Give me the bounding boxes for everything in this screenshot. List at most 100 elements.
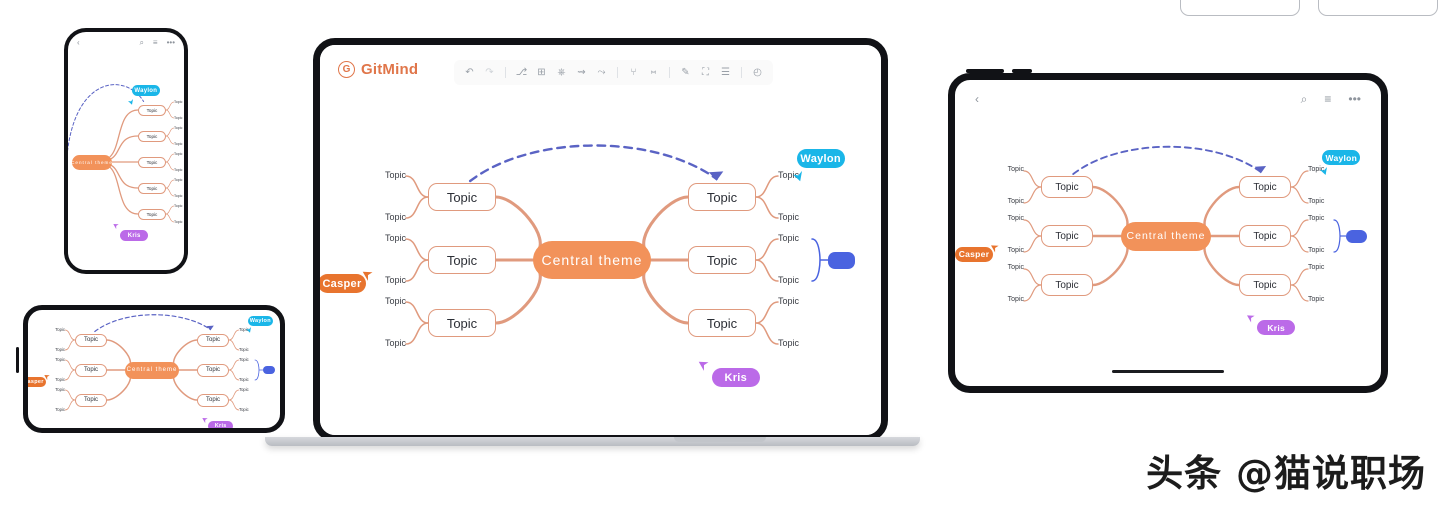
leaf-topic[interactable]: Topic [174,100,184,104]
phone-landscape-shell: Central theme Topic Topic Topic Topic Topic To… [23,305,285,433]
topic-node[interactable]: Topic [75,363,107,377]
leaf-topic[interactable]: Topic [998,247,1024,254]
topic-node[interactable]: Topic [1041,274,1093,296]
topic-node[interactable]: Topic [138,104,166,116]
topic-node[interactable]: Topic [197,333,229,347]
topic-node[interactable]: Topic [428,309,496,337]
leaf-topic[interactable]: Topic [239,407,255,412]
collaborator-cursor-casper [43,375,50,381]
leaf-topic[interactable]: Topic [372,170,406,180]
topic-node[interactable]: Topic [688,246,756,274]
collaborator-cursor-kris [698,361,709,371]
leaf-topic[interactable]: Topic [174,220,184,224]
watermark: 头条 @猫说职场 [1146,452,1426,495]
leaf-topic[interactable]: Topic [372,338,406,348]
collaborator-cursor-kris [202,417,208,423]
topic-node[interactable]: Topic [138,130,166,142]
laptop-screen: G GitMind ↶ ↷ ⎇ ⊞ ⎈ ⇝ ⤳ ⑂ ⑅ ✎ ⛶ ☰ ◴ Central theme Top… [320,45,881,435]
leaf-topic[interactable]: Topic [174,168,184,172]
leaf-topic[interactable]: Topic [174,126,184,130]
leaf-topic[interactable]: Topic [778,338,812,348]
leaf-topic[interactable]: Topic [778,296,812,306]
leaf-topic[interactable]: Topic [174,116,184,120]
collaborator-cursor-kris [1247,315,1255,323]
topic-node[interactable]: Topic [1041,225,1093,247]
leaf-topic[interactable]: Topic [372,296,406,306]
leaf-topic[interactable]: Topic [174,194,184,198]
leaf-topic[interactable]: Topic [998,264,1024,271]
topic-node[interactable]: Topic [138,182,166,194]
topic-node[interactable]: Topic [688,183,756,211]
central-theme-node[interactable]: Central theme [533,241,651,279]
leaf-topic[interactable]: Topic [998,198,1024,205]
topic-node[interactable]: Topic [197,363,229,377]
collaborator-tag-kris: Kris [1257,320,1296,335]
laptop-base-notch [674,437,766,442]
phone-landscape-mindmap-canvas[interactable]: Central theme Topic Topic Topic Topic Topic To… [28,310,280,428]
leaf-topic[interactable]: Topic [372,275,406,285]
leaf-topic[interactable]: Topic [1308,198,1334,205]
tablet-shell: ‹ ⌕ ≡ ••• Central theme Topic Topic Topic To… [948,73,1388,393]
summary-node-selected[interactable] [1346,229,1367,243]
collaborator-cursor-kris [113,223,120,229]
central-theme-node[interactable]: Central theme [1121,221,1211,251]
laptop-base [265,437,920,446]
tablet-home-indicator [1112,370,1224,373]
summary-node-selected[interactable] [263,366,275,374]
central-theme-node[interactable]: Central theme [125,361,179,379]
leaf-topic[interactable]: Topic [998,215,1024,222]
leaf-topic[interactable]: Topic [174,142,184,146]
topic-node[interactable]: Topic [1239,274,1291,296]
leaf-topic[interactable]: Topic [1308,215,1334,222]
topic-node[interactable]: Topic [428,183,496,211]
leaf-topic[interactable]: Topic [1308,264,1334,271]
leaf-topic[interactable]: Topic [49,357,65,362]
phone-mindmap-canvas[interactable]: Central theme Topic Topic Topic Topic Topic To… [68,32,184,270]
leaf-topic[interactable]: Topic [998,296,1024,303]
topic-node[interactable]: Topic [138,156,166,168]
leaf-topic[interactable]: Topic [778,275,812,285]
topic-node[interactable]: Topic [75,333,107,347]
cut-card-left [1180,0,1300,16]
collaborator-tag-casper: Casper [955,246,993,262]
collaborator-cursor-casper [990,245,999,253]
leaf-topic[interactable]: Topic [998,166,1024,173]
central-theme-node[interactable]: Central theme [71,154,112,170]
topic-node[interactable]: Topic [138,208,166,220]
leaf-topic[interactable]: Topic [239,377,255,382]
leaf-topic[interactable]: Topic [372,212,406,222]
leaf-topic[interactable]: Topic [174,152,184,156]
topic-node[interactable]: Topic [1239,225,1291,247]
leaf-topic[interactable]: Topic [1308,247,1334,254]
topic-node[interactable]: Topic [1239,176,1291,198]
leaf-topic[interactable]: Topic [49,387,65,392]
mindmap-canvas[interactable]: Central theme Topic Topic Topic Topic Topic To… [320,45,881,435]
leaf-topic[interactable]: Topic [49,407,65,412]
collaborator-tag-waylon: Waylon [247,316,273,326]
tablet-mindmap-canvas[interactable]: Central theme Topic Topic Topic Topic Topic To… [955,80,1381,386]
leaf-topic[interactable]: Topic [239,387,255,392]
collaborator-cursor-waylon [1319,166,1327,175]
leaf-topic[interactable]: Topic [174,178,184,182]
phone-device: ‹ ⌕ ≡ ••• Central theme Topic Topic Topic To… [64,28,188,274]
leaf-topic[interactable]: Topic [239,347,255,352]
leaf-topic[interactable]: Topic [49,347,65,352]
collaborator-cursor-casper [362,271,373,282]
leaf-topic[interactable]: Topic [49,327,65,332]
leaf-topic[interactable]: Topic [239,357,255,362]
topic-node[interactable]: Topic [1041,176,1093,198]
topic-node[interactable]: Topic [197,393,229,407]
leaf-topic[interactable]: Topic [372,233,406,243]
tablet-device: ‹ ⌕ ≡ ••• Central theme Topic Topic Topic To… [948,69,1388,393]
summary-node-selected[interactable] [828,251,855,269]
topic-node[interactable]: Topic [75,393,107,407]
collaborator-tag-waylon: Waylon [131,85,160,97]
leaf-topic[interactable]: Topic [778,212,812,222]
cut-card-right [1318,0,1438,16]
leaf-topic[interactable]: Topic [778,233,812,243]
topic-node[interactable]: Topic [688,309,756,337]
topic-node[interactable]: Topic [428,246,496,274]
leaf-topic[interactable]: Topic [174,204,184,208]
collaborator-cursor-waylon [128,99,134,105]
leaf-topic[interactable]: Topic [1308,296,1334,303]
